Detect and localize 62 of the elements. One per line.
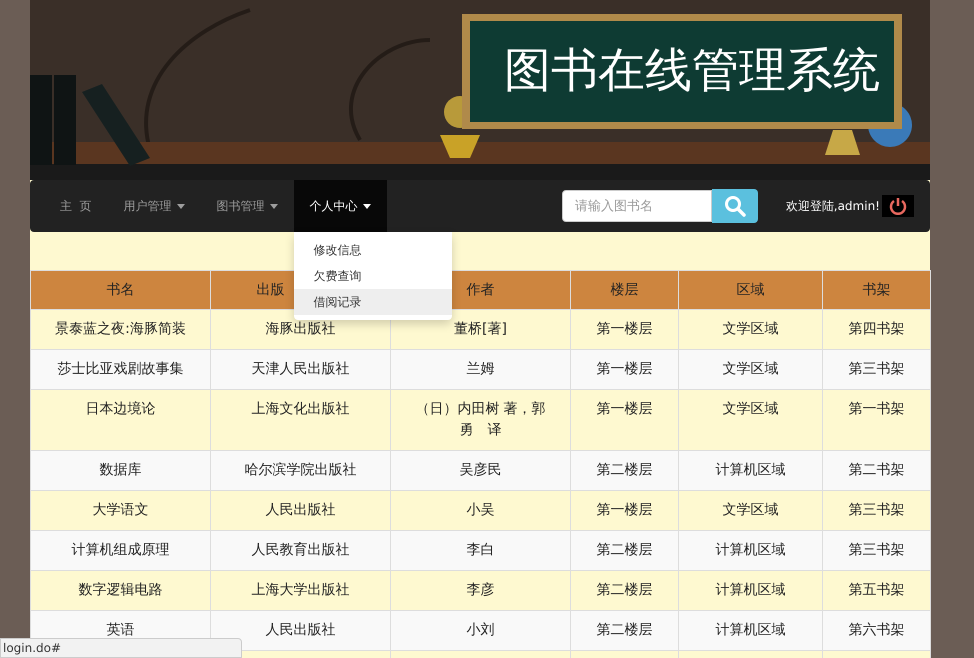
table-cell: 第一楼层 bbox=[570, 350, 678, 390]
logout-button[interactable] bbox=[882, 195, 914, 217]
menu-item[interactable]: 修改信息 bbox=[294, 237, 452, 263]
table-cell: 第六书架 bbox=[822, 610, 930, 650]
column-header: 区域 bbox=[678, 270, 822, 310]
table-cell: 人民出版社 bbox=[210, 610, 390, 650]
table-cell: 计算机区域 bbox=[678, 570, 822, 610]
table-cell: （日）内田树 著，郭勇 译 bbox=[390, 390, 570, 450]
site-title: 图书在线管理系统 bbox=[504, 42, 880, 100]
table-cell: 兰姆 bbox=[390, 350, 570, 390]
table-cell: 计算机区域 bbox=[678, 610, 822, 650]
search-field[interactable]: 请输入图书名 bbox=[562, 190, 712, 222]
table-cell: 上海大学出版社 bbox=[210, 570, 390, 610]
table-cell: 第二楼层 bbox=[570, 530, 678, 570]
nav-tab[interactable]: 用户管理 bbox=[108, 180, 201, 232]
table-cell: 第二楼层 bbox=[570, 610, 678, 650]
table-cell: 第五书架 bbox=[822, 570, 930, 610]
table-cell: 第一楼层 bbox=[570, 390, 678, 450]
table-cell: 第二楼层 bbox=[570, 570, 678, 610]
nav-tab[interactable]: 个人中心 bbox=[294, 180, 387, 232]
table-cell: 第一楼层 bbox=[570, 490, 678, 530]
table-cell: 第二书架 bbox=[822, 450, 930, 490]
table-cell: 李白 bbox=[390, 530, 570, 570]
table-cell: 日本边境论 bbox=[30, 390, 210, 450]
table-cell: 第二楼层 bbox=[570, 450, 678, 490]
table-cell: 第三书架 bbox=[822, 350, 930, 390]
column-header: 楼层 bbox=[570, 270, 678, 310]
nav-tab[interactable]: 图书管理 bbox=[200, 180, 294, 232]
table-cell: 李彦 bbox=[390, 570, 570, 610]
table-cell: 计算机区域 bbox=[678, 530, 822, 570]
table-cell: 文学区域 bbox=[678, 310, 822, 350]
table-cell: 景泰蓝之夜:海豚简装 bbox=[30, 310, 210, 350]
table-cell: 文学区域 bbox=[678, 390, 822, 450]
table-cell: 哈尔滨学院出版社 bbox=[210, 450, 390, 490]
table-cell: 第一楼层 bbox=[570, 310, 678, 350]
table-cell: 数据库 bbox=[30, 450, 210, 490]
table-cell: 小刘 bbox=[390, 610, 570, 650]
table-cell: 上海文化出版社 bbox=[210, 390, 390, 450]
menu-item[interactable]: 借阅记录 bbox=[294, 289, 452, 315]
table-cell: 人民出版社 bbox=[210, 490, 390, 530]
table-cell: 第三书架 bbox=[822, 490, 930, 530]
table-cell: 第四书架 bbox=[822, 310, 930, 350]
table-cell: 莎士比亚戏剧故事集 bbox=[30, 350, 210, 390]
table-cell: 人民教育出版社 bbox=[210, 530, 390, 570]
power-icon bbox=[888, 196, 908, 216]
table-cell: 文学区域 bbox=[678, 350, 822, 390]
column-header: 书架 bbox=[822, 270, 930, 310]
welcome-text: 欢迎登陆,admin! bbox=[786, 198, 880, 214]
table-cell: 天津人民出版社 bbox=[210, 350, 390, 390]
status-bar: login.do# bbox=[0, 638, 242, 658]
table-cell: 第三书架 bbox=[822, 530, 930, 570]
table-cell: 计算机组成原理 bbox=[30, 530, 210, 570]
table-cell: 计算机区域 bbox=[678, 450, 822, 490]
column-header: 书名 bbox=[30, 270, 210, 310]
table-cell: 大学语文 bbox=[30, 490, 210, 530]
table-cell: 第一书架 bbox=[822, 390, 930, 450]
table-cell: 数字逻辑电路 bbox=[30, 570, 210, 610]
table-cell: 文学区域 bbox=[678, 490, 822, 530]
table-cell: 小吴 bbox=[390, 490, 570, 530]
search-icon bbox=[724, 195, 746, 217]
nav-tab[interactable]: 主 页 bbox=[44, 180, 108, 232]
table-cell: 吴彦民 bbox=[390, 450, 570, 490]
